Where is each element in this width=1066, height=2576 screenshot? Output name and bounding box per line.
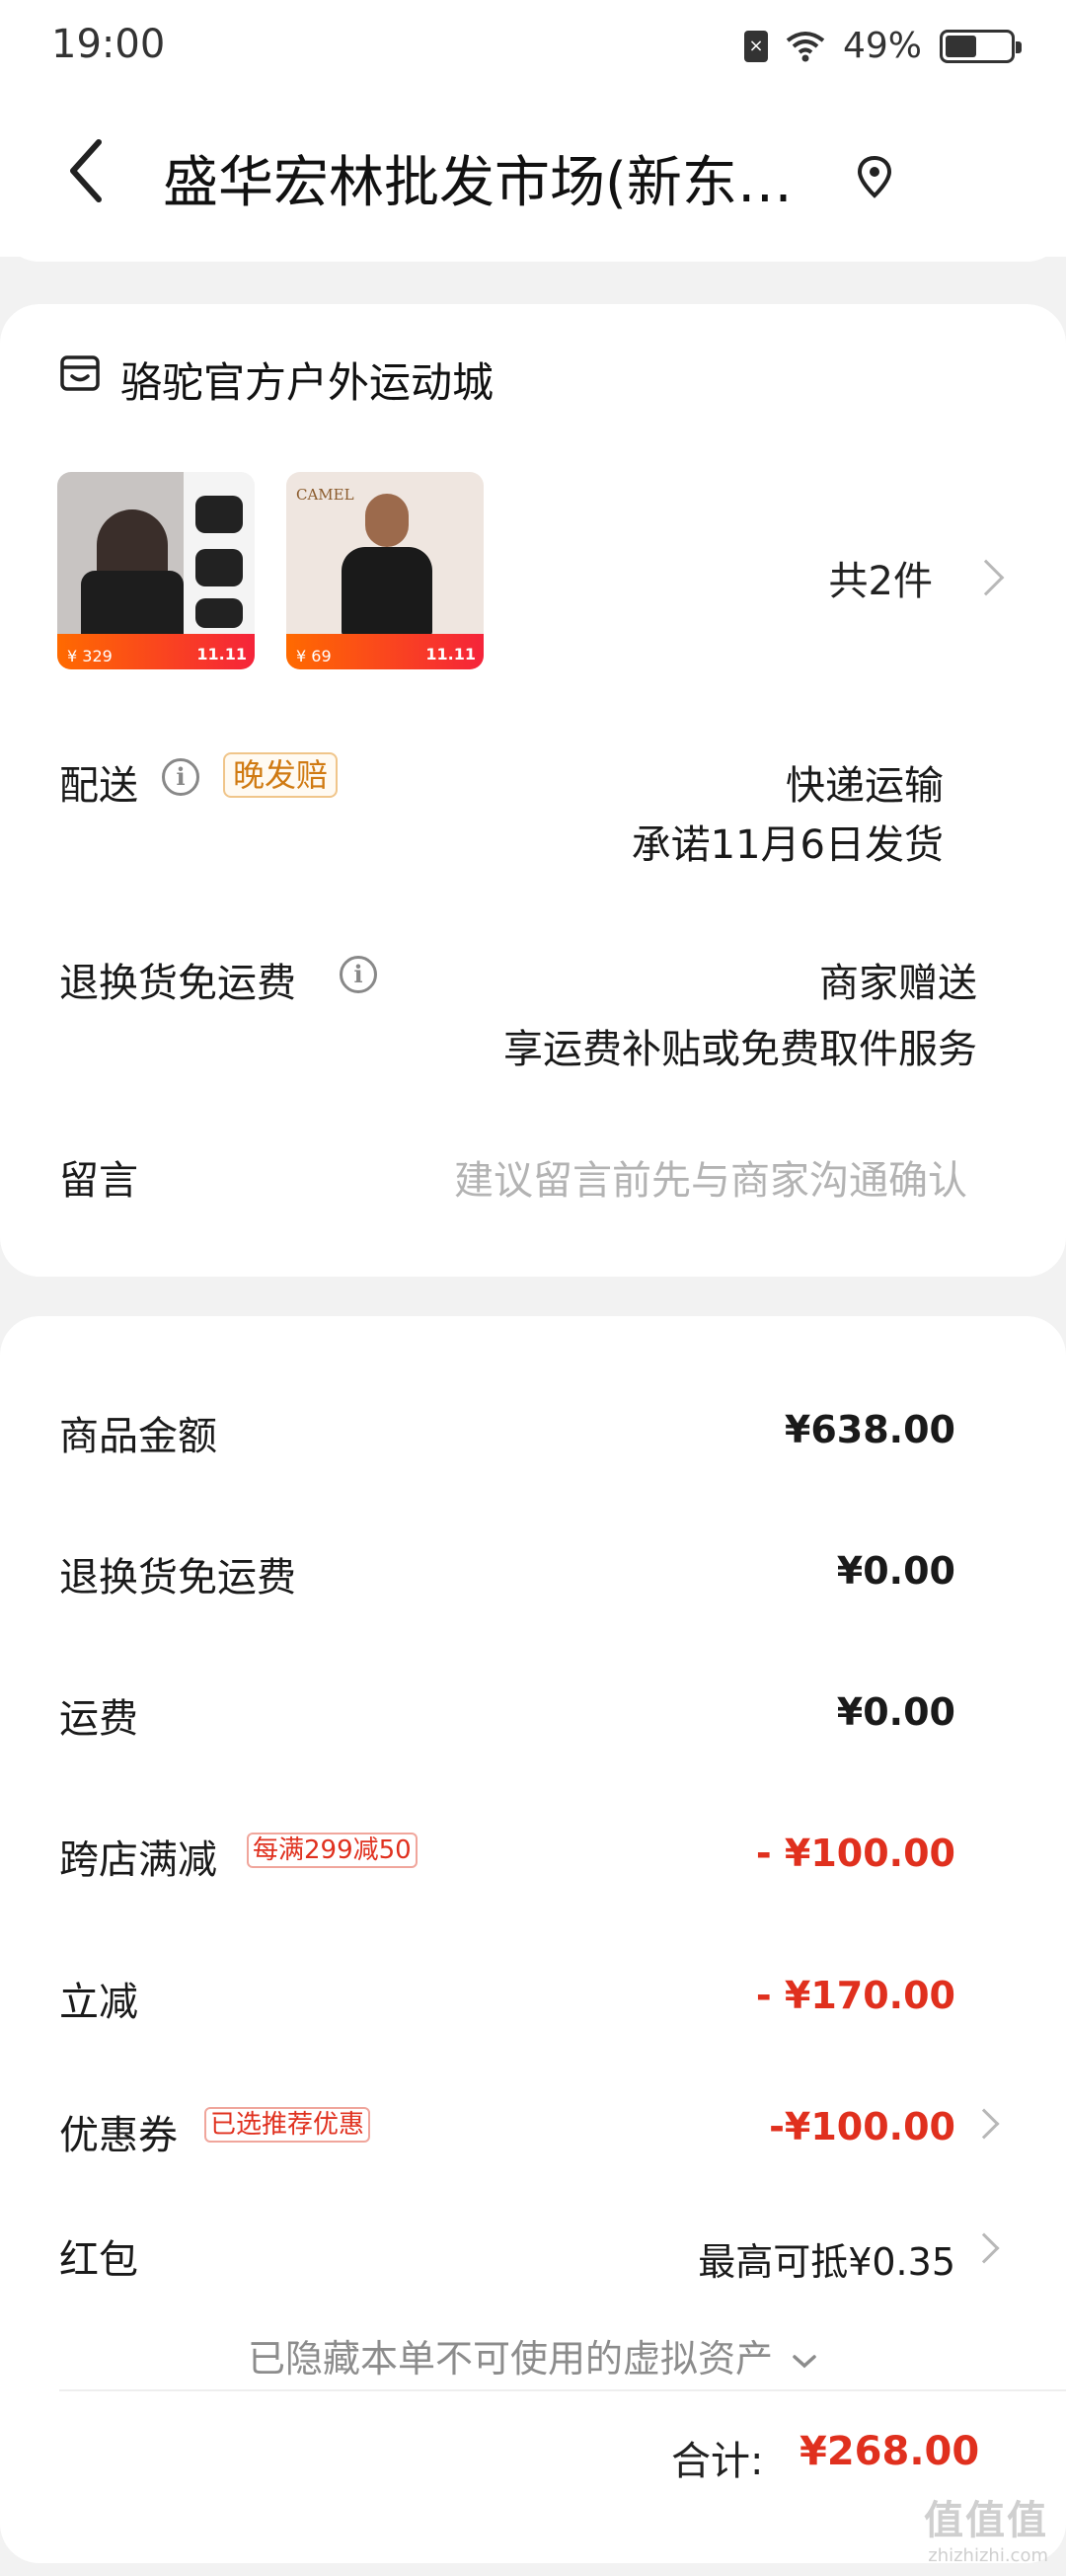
status-time: 19:00 <box>51 22 166 67</box>
battery-icon <box>940 29 1022 63</box>
jacket-swatch <box>195 496 243 533</box>
sim-error-icon: × <box>743 30 768 62</box>
top-shape <box>342 547 432 636</box>
jacket-swatch <box>195 598 243 628</box>
promo-tag: 11.11 <box>425 645 476 664</box>
cross-store-discount-value: - ¥100.00 <box>755 1832 955 1875</box>
promo-tag: 11.11 <box>196 645 247 664</box>
cross-store-discount-label: 跨店满减 <box>59 1837 217 1883</box>
return-shipping-value: 商家赠送 <box>819 961 977 1006</box>
return-shipping-detail: 享运费补贴或免费取件服务 <box>503 1027 977 1072</box>
previous-card-edge <box>0 217 1066 262</box>
product-price: ¥ 69 <box>296 647 332 665</box>
location-button[interactable] <box>855 154 894 199</box>
info-icon[interactable]: i <box>162 758 199 796</box>
chevron-down-icon <box>793 2354 816 2368</box>
watermark-logo: 值值值 <box>924 2498 1048 2543</box>
page-title: 盛华宏林批发市场(新东… <box>163 151 793 215</box>
chevron-left-icon <box>70 139 102 202</box>
red-packet-label: 红包 <box>59 2237 138 2283</box>
store-icon <box>60 355 100 391</box>
coupon-value[interactable]: -¥100.00 <box>769 2105 955 2148</box>
product-photo <box>365 494 409 547</box>
red-packet-value[interactable]: 最高可抵¥0.35 <box>698 2231 955 2286</box>
divider <box>59 2389 1066 2391</box>
hidden-assets-toggle[interactable]: 已隐藏本单不可使用的虚拟资产 <box>0 2328 1066 2382</box>
coupon-label: 优惠券 <box>59 2113 178 2158</box>
status-bar: 19:00 × 49% <box>0 0 1066 99</box>
goods-amount-value: ¥638.00 <box>784 1408 955 1451</box>
total-value: ¥268.00 <box>800 2429 980 2474</box>
total-label: 合计: <box>671 2439 764 2484</box>
instant-discount-value: - ¥170.00 <box>755 1974 955 2017</box>
item-count[interactable]: 共2件 <box>829 549 933 606</box>
status-icons: × 49% <box>743 26 1022 66</box>
shipping-label: 运费 <box>59 1696 138 1742</box>
instant-discount-label: 立减 <box>59 1980 138 2025</box>
goods-amount-label: 商品金额 <box>59 1414 217 1459</box>
order-card: 骆驼官方户外运动城 ¥ 329 11.11 CAMEL ¥ 69 11.11 共… <box>0 304 1066 1277</box>
late-ship-compensation-badge[interactable]: 晚发赔 <box>223 752 339 798</box>
back-button[interactable] <box>59 136 118 205</box>
battery-fill <box>946 35 977 57</box>
delivery-label: 配送 <box>59 763 138 809</box>
watermark-url: zhizhizhi.com <box>928 2545 1048 2566</box>
chevron-right-icon[interactable] <box>967 559 1005 596</box>
product-price: ¥ 329 <box>67 647 113 665</box>
hidden-assets-text: 已隐藏本单不可使用的虚拟资产 <box>247 2337 773 2381</box>
message-label: 留言 <box>59 1158 138 1204</box>
wifi-icon <box>786 31 825 61</box>
jacket-swatch <box>195 549 243 586</box>
return-shipping-label: 退换货免运费 <box>59 961 296 1006</box>
battery-percent: 49% <box>842 26 922 66</box>
shipping-value: ¥0.00 <box>836 1690 955 1734</box>
jacket-shape <box>81 571 184 640</box>
info-icon[interactable]: i <box>340 956 377 993</box>
return-fee-value: ¥0.00 <box>836 1549 955 1593</box>
store-name[interactable]: 骆驼官方户外运动城 <box>120 350 494 410</box>
product-thumbnail[interactable]: ¥ 329 11.11 <box>57 472 255 669</box>
delivery-promise: 承诺11月6日发货 <box>631 822 944 868</box>
message-input[interactable]: 建议留言前先与商家沟通确认 <box>454 1148 967 1206</box>
brand-logo: CAMEL <box>296 486 354 504</box>
delivery-method: 快递运输 <box>786 763 944 809</box>
cross-store-discount-badge: 每满299减50 <box>247 1833 418 1868</box>
location-pin-icon <box>857 155 892 198</box>
coupon-recommended-badge: 已选推荐优惠 <box>204 2107 371 2143</box>
return-fee-label: 退换货免运费 <box>59 1555 296 1600</box>
product-thumbnail[interactable]: CAMEL ¥ 69 11.11 <box>286 472 484 669</box>
